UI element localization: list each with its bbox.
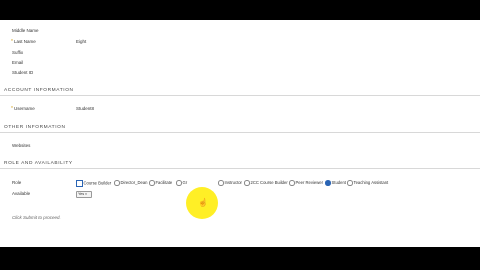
radio-icon — [244, 180, 250, 186]
available-select[interactable]: Yes▾ — [76, 191, 92, 198]
submit-instruction: Click Submit to proceed. — [12, 215, 61, 220]
available-row: Available — [0, 189, 60, 198]
last-name-label: Last Name — [13, 39, 36, 44]
radio-icon — [114, 180, 120, 186]
role-section-header: ROLE AND AVAILABILITY — [0, 161, 480, 171]
required-icon: * — [11, 106, 13, 112]
role-option-peer-reviewer[interactable]: Peer Reviewer — [289, 180, 323, 186]
radio-icon — [218, 180, 224, 186]
username-label: Username — [13, 106, 35, 111]
suffix-row: Suffix — [0, 48, 480, 57]
student-id-label: Student ID — [12, 70, 34, 75]
radio-icon — [289, 180, 295, 186]
middle-name-row: Middle Name — [0, 26, 480, 35]
role-option-facilitate[interactable]: Facilitate — [149, 180, 172, 186]
radio-icon — [149, 180, 155, 186]
last-name-field[interactable]: Eight — [76, 37, 86, 46]
available-label: Available — [12, 191, 31, 196]
middle-name-label: Middle Name — [12, 28, 39, 33]
hand-pointer-icon: ☝ — [198, 198, 208, 207]
last-name-row: *Last Name Eight — [0, 37, 480, 46]
account-section-header: ACCOUNT INFORMATION — [0, 88, 480, 98]
role-option-course-builder[interactable]: Course Builder — [76, 180, 111, 187]
user-edit-page: Middle Name *Last Name Eight Suffix Emai… — [0, 20, 480, 247]
role-label: Role — [12, 180, 22, 185]
account-section-title: ACCOUNT INFORMATION — [4, 88, 74, 93]
role-option-student[interactable]: Student — [325, 180, 346, 186]
email-row: Email — [0, 58, 480, 67]
websites-row: Websites — [0, 141, 480, 150]
role-option-teaching-assistant[interactable]: Teaching Assistant — [347, 180, 388, 186]
divider — [0, 132, 480, 133]
role-option-grader[interactable]: Gr — [176, 180, 187, 186]
suffix-label: Suffix — [12, 50, 24, 55]
other-section-header: OTHER INFORMATION — [0, 125, 480, 135]
username-field[interactable]: Student8 — [76, 104, 94, 113]
divider — [0, 95, 480, 96]
radio-icon — [347, 180, 353, 186]
other-section-title: OTHER INFORMATION — [4, 125, 66, 130]
email-label: Email — [12, 60, 24, 65]
chevron-down-icon: ▾ — [85, 192, 87, 196]
websites-label: Websites — [12, 143, 31, 148]
role-section-title: ROLE AND AVAILABILITY — [4, 161, 73, 166]
divider — [0, 168, 480, 169]
role-option-director-dean[interactable]: Director_Dean — [114, 180, 148, 186]
radio-icon — [76, 180, 83, 187]
role-option-2cc-course-builder[interactable]: 2CC Course Builder — [244, 180, 288, 186]
required-icon: * — [11, 39, 13, 45]
role-option-instructor[interactable]: Instructor — [218, 180, 242, 186]
role-row: Role — [0, 178, 60, 187]
student-id-row: Student ID — [0, 68, 480, 77]
radio-icon — [176, 180, 182, 186]
radio-selected-icon — [325, 180, 331, 186]
username-row: *Username Student8 — [0, 104, 480, 113]
